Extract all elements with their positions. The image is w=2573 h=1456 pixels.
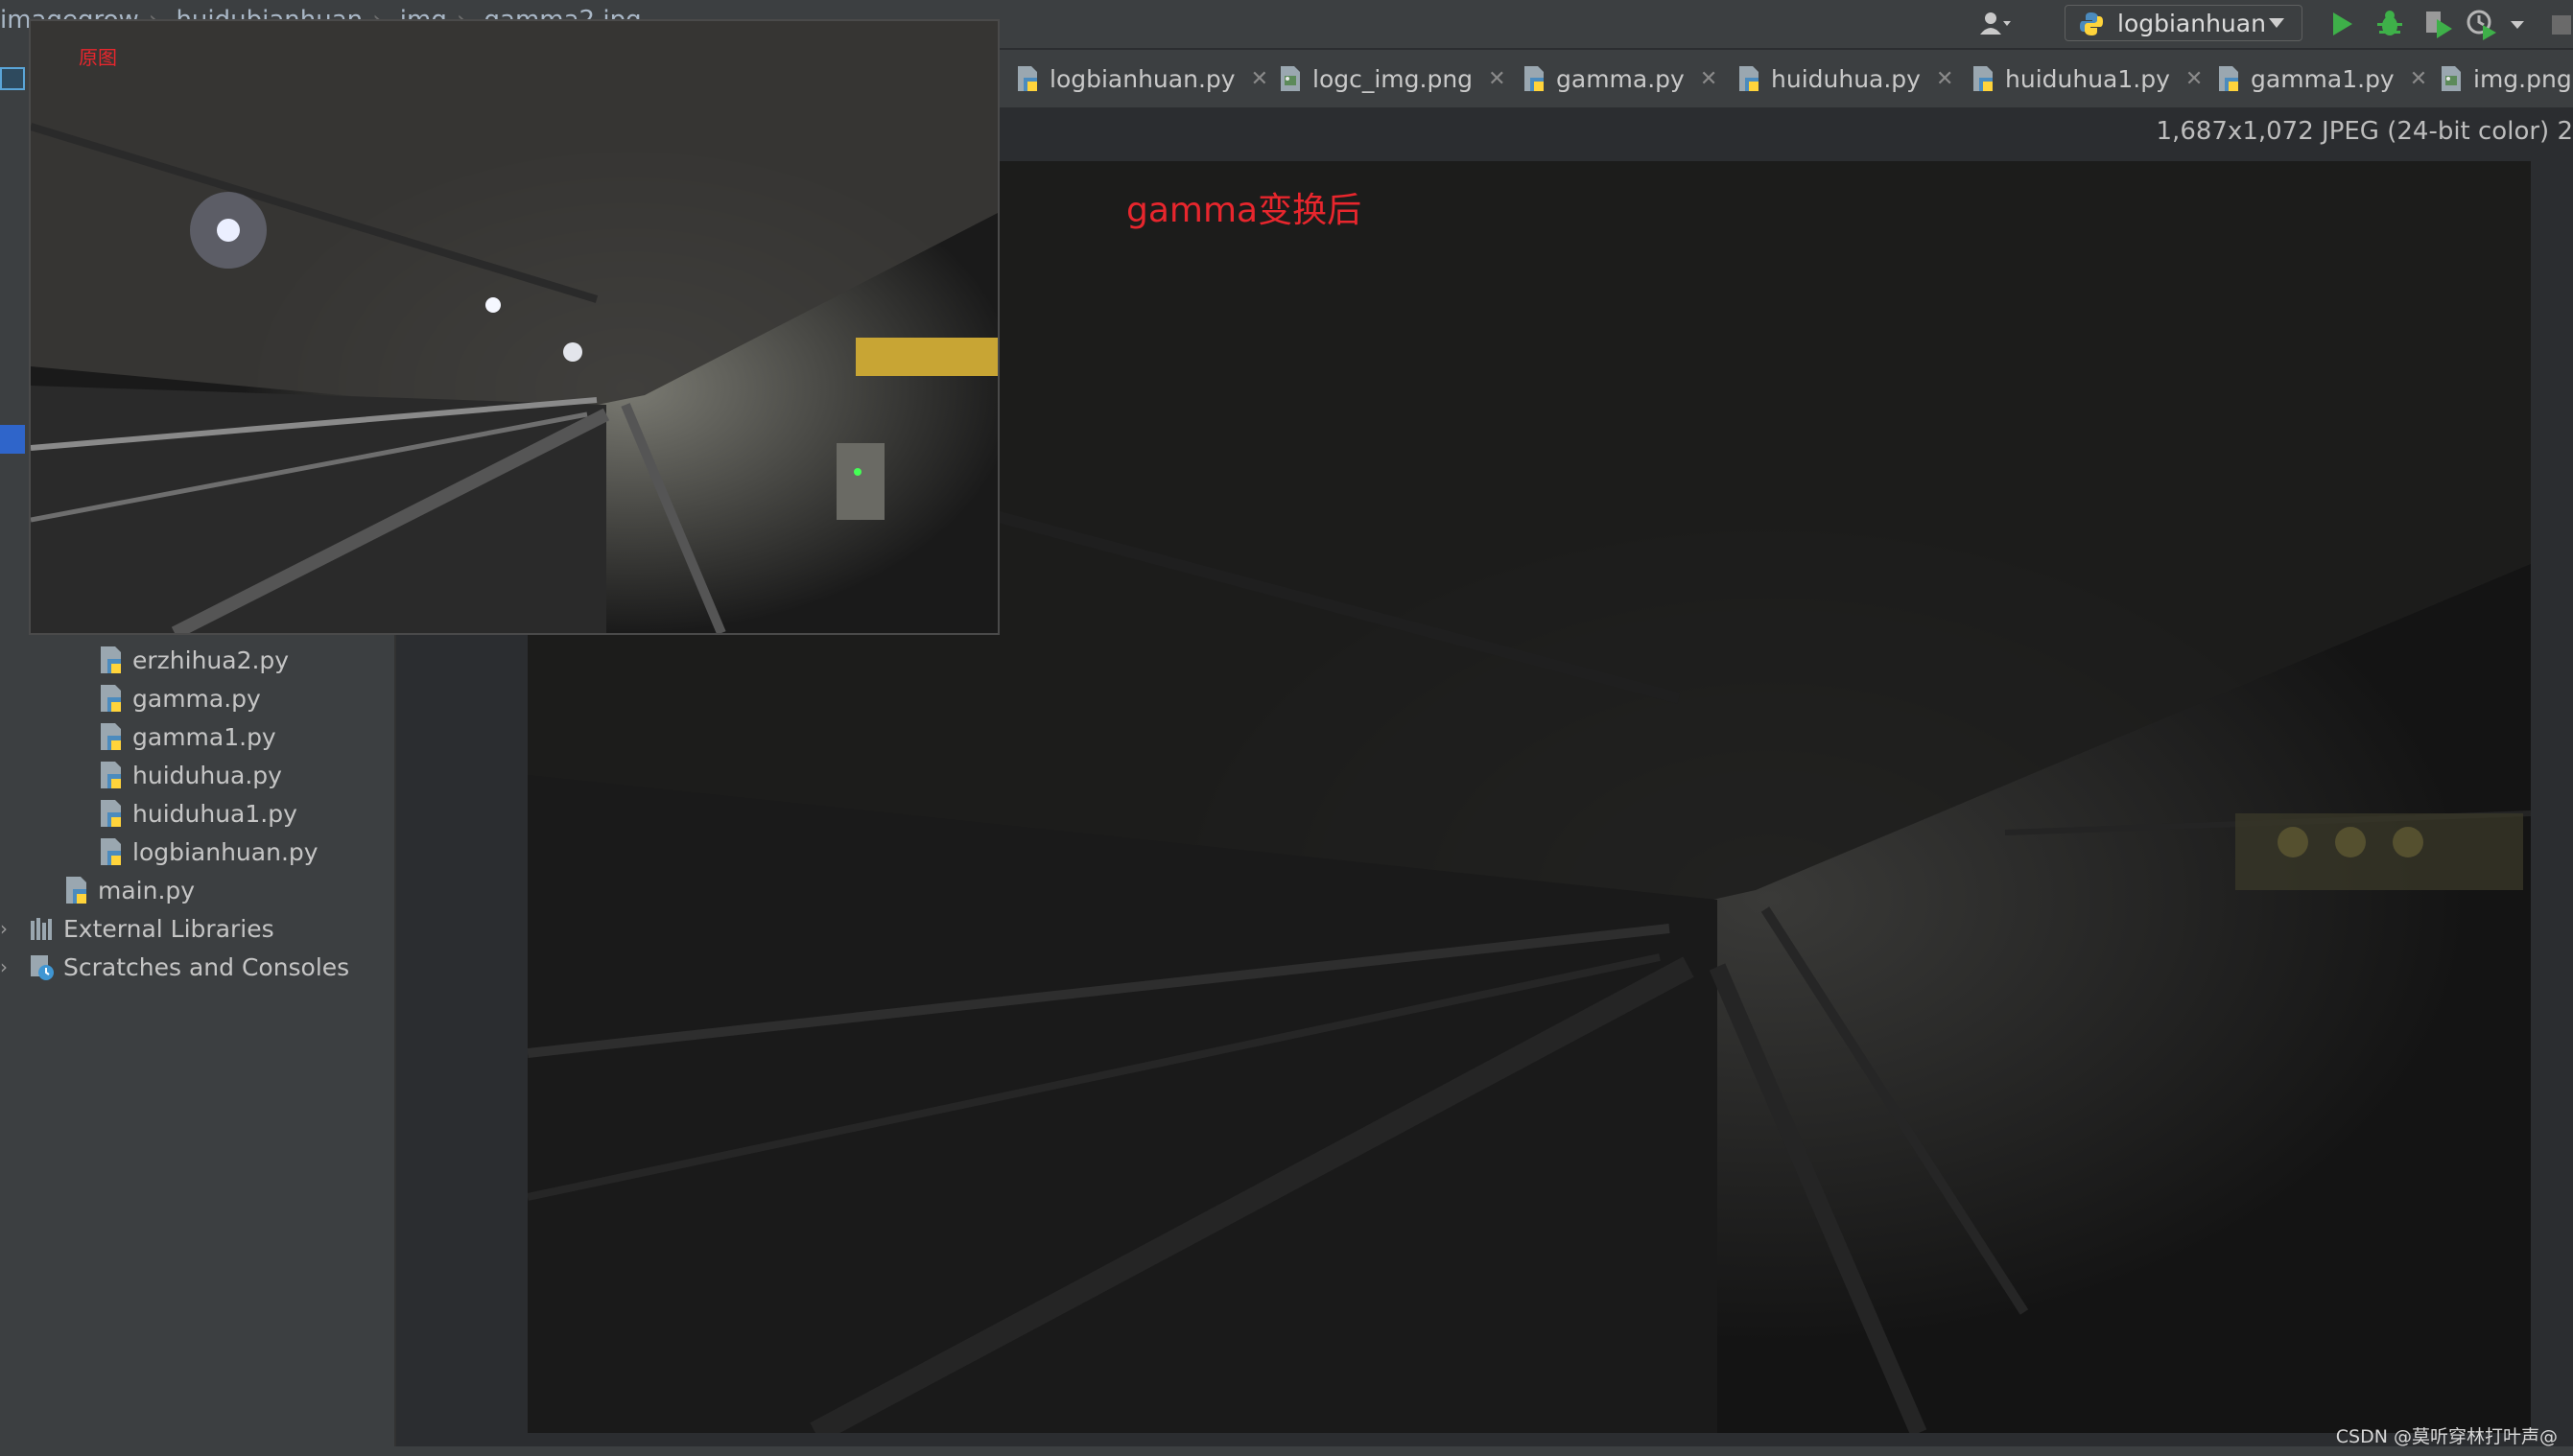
- coverage-icon[interactable]: [2421, 8, 2454, 40]
- python-file-icon: [1973, 66, 1993, 91]
- python-icon: [2080, 12, 2103, 35]
- image-file-icon: [2442, 66, 2461, 91]
- close-icon[interactable]: ✕: [1251, 67, 1268, 91]
- chevron-right-icon[interactable]: ›: [0, 917, 19, 940]
- tree-item-gamma-py[interactable]: gamma.py: [98, 681, 261, 716]
- tab-gamma-py[interactable]: gamma.py ✕: [1522, 50, 1717, 107]
- tab-huiduhua-py[interactable]: huiduhua.py ✕: [1736, 50, 1953, 107]
- debug-icon[interactable]: [2373, 8, 2406, 40]
- close-icon[interactable]: ✕: [1488, 67, 1505, 91]
- tree-item-erzhihua2-py[interactable]: erzhihua2.py: [98, 643, 289, 677]
- chevron-right-icon[interactable]: ›: [0, 955, 19, 978]
- tab-label: huiduhua1.py: [2005, 64, 2170, 93]
- close-icon[interactable]: ✕: [1700, 67, 1717, 91]
- stop-icon[interactable]: [2548, 8, 2573, 40]
- tree-item-logbianhuan-py[interactable]: logbianhuan.py: [98, 834, 319, 869]
- tab-huiduhua1-py[interactable]: huiduhua1.py ✕: [1971, 50, 2203, 107]
- run-icon[interactable]: [2325, 8, 2358, 40]
- tab-gamma1-py[interactable]: gamma1.py ✕: [2216, 50, 2427, 107]
- tab-label: huiduhua.py: [1771, 64, 1921, 93]
- run-configuration-select[interactable]: logbianhuan: [2065, 5, 2302, 41]
- python-file-icon: [1018, 66, 1037, 91]
- python-file-icon: [101, 685, 121, 712]
- tab-label: gamma1.py: [2251, 64, 2395, 93]
- tab-label: img.png: [2473, 64, 2572, 93]
- profile-icon[interactable]: [2466, 8, 2498, 40]
- python-file-icon: [101, 723, 121, 750]
- tree-item-label: External Libraries: [63, 914, 274, 943]
- python-file-icon: [1739, 66, 1759, 91]
- tree-item-main-py[interactable]: main.py: [63, 873, 195, 907]
- close-icon[interactable]: ✕: [1936, 67, 1953, 91]
- close-icon[interactable]: ✕: [2185, 67, 2203, 91]
- python-file-icon: [1524, 66, 1544, 91]
- image-info-text: 1,687x1,072 JPEG (24-bit color) 2: [2156, 117, 2573, 146]
- tree-item-label: main.py: [98, 876, 196, 904]
- tab-logbianhuan-py[interactable]: logbianhuan.py ✕: [1015, 50, 1268, 107]
- close-icon[interactable]: ✕: [2410, 67, 2427, 91]
- tree-item-label: erzhihua2.py: [132, 646, 290, 674]
- python-file-icon: [101, 800, 121, 827]
- python-file-icon: [2219, 66, 2238, 91]
- more-run-actions-chevron-icon[interactable]: [2508, 8, 2527, 40]
- gamma-image-caption: gamma变换后: [1126, 191, 1362, 230]
- tree-item-gamma1-py[interactable]: gamma1.py: [98, 719, 276, 754]
- tree-item-scratches-and-consoles[interactable]: › Scratches and Consoles: [0, 950, 349, 984]
- user-icon[interactable]: [1978, 8, 2011, 40]
- library-icon: [31, 918, 52, 940]
- project-view-icon[interactable]: [0, 67, 25, 90]
- tab-label: gamma.py: [1556, 64, 1685, 93]
- tab-img-png[interactable]: img.png: [2439, 50, 2572, 107]
- tree-item-label: gamma.py: [132, 684, 261, 713]
- original-image-caption: 原图: [79, 46, 117, 69]
- tree-item-huiduhua1-py[interactable]: huiduhua1.py: [98, 796, 297, 831]
- chevron-down-icon: [2269, 18, 2284, 28]
- tree-item-external-libraries[interactable]: › External Libraries: [0, 911, 274, 946]
- python-file-icon: [101, 762, 121, 788]
- python-file-icon: [66, 877, 86, 904]
- image-info-bar: 1,687x1,072 JPEG (24-bit color) 2: [998, 107, 2573, 157]
- tab-logc-img-png[interactable]: logc_img.png ✕: [1278, 50, 1506, 107]
- tree-item-label: gamma1.py: [132, 722, 276, 751]
- watermark-text: CSDN @莫听穿林打叶声@: [2335, 1426, 2558, 1447]
- tree-item-label: logbianhuan.py: [132, 837, 319, 866]
- tunnel-photo-original: [31, 21, 998, 633]
- run-configuration-label: logbianhuan: [2117, 9, 2266, 37]
- selected-row-highlight: [0, 425, 25, 454]
- tree-item-huiduhua-py[interactable]: huiduhua.py: [98, 758, 282, 792]
- tree-item-label: huiduhua1.py: [132, 799, 297, 828]
- python-file-icon: [101, 646, 121, 673]
- tree-item-label: huiduhua.py: [132, 761, 282, 789]
- python-file-icon: [101, 838, 121, 865]
- status-bar: [0, 1446, 2573, 1456]
- tab-label: logc_img.png: [1312, 64, 1474, 93]
- tree-item-label: Scratches and Consoles: [63, 952, 350, 981]
- editor-tab-bar: logbianhuan.py ✕ logc_img.png ✕ gamma.py…: [998, 50, 2573, 108]
- image-file-icon: [1281, 66, 1300, 91]
- original-image-window[interactable]: 原图: [31, 21, 998, 633]
- tab-label: logbianhuan.py: [1050, 64, 1236, 93]
- scratches-icon: [31, 955, 54, 980]
